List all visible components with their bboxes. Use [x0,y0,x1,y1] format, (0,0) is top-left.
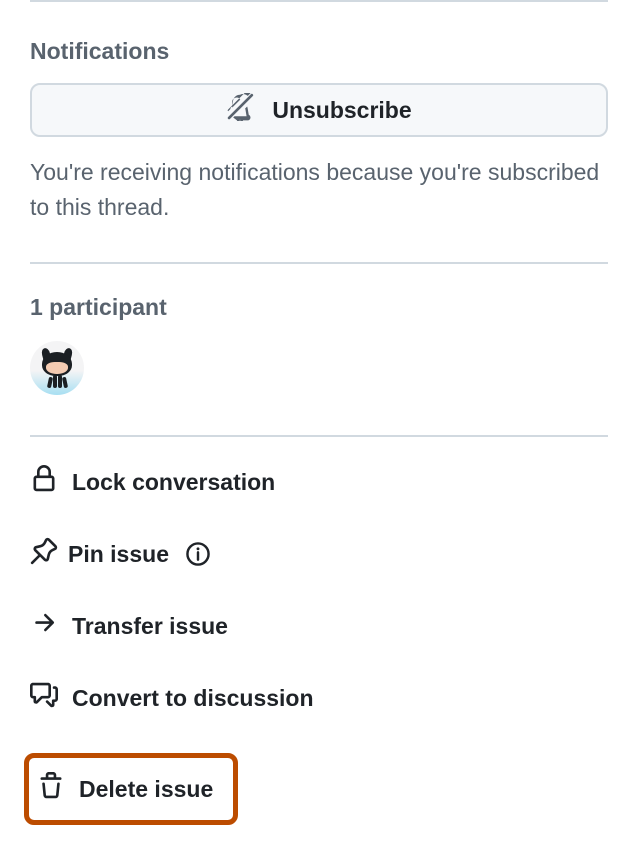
lock-label: Lock conversation [72,469,275,496]
octocat-icon [37,348,77,388]
unsubscribe-button[interactable]: Unsubscribe [30,83,608,137]
trash-icon [37,772,65,806]
divider [30,0,608,2]
lock-icon [30,465,58,499]
sidebar-actions: Lock conversation Pin issue Transfer iss… [30,465,608,855]
bell-slash-icon [226,93,254,127]
lock-conversation-button[interactable]: Lock conversation [30,465,608,499]
delete-issue-highlight: Delete issue [24,753,238,825]
participants-title: 1 participant [30,294,608,321]
notifications-description: You're receiving notifications because y… [30,155,608,224]
delete-issue-button[interactable]: Delete issue [37,772,213,806]
divider [30,435,608,437]
pin-issue-button[interactable]: Pin issue [30,537,608,571]
convert-label: Convert to discussion [72,685,314,712]
avatar[interactable] [30,341,84,395]
discussion-icon [30,681,58,715]
arrow-right-icon [30,609,58,643]
transfer-issue-button[interactable]: Transfer issue [30,609,608,643]
notifications-title: Notifications [30,38,608,65]
info-icon[interactable] [185,541,211,567]
divider [30,262,608,264]
convert-discussion-button[interactable]: Convert to discussion [30,681,608,715]
transfer-label: Transfer issue [72,613,228,640]
pin-icon [30,537,58,571]
delete-label: Delete issue [79,776,213,803]
unsubscribe-label: Unsubscribe [272,97,411,124]
pin-label: Pin issue [68,541,169,568]
